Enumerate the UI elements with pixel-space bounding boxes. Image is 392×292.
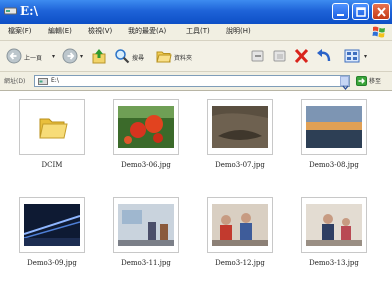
views-dropdown-icon[interactable]: ▾	[364, 53, 367, 60]
folders-icon[interactable]	[156, 48, 172, 64]
toolbar: 上一頁 ▾ ▾ 搜尋 資料夾 ▾	[0, 41, 392, 72]
menu-help[interactable]: 說明(H)	[226, 26, 251, 36]
back-dropdown-icon[interactable]: ▾	[52, 53, 55, 60]
file-name: Demo3-11.jpg	[121, 259, 171, 267]
file-list: DCIM Demo3-06.jpg Demo3-07.jpg Demo3-08.…	[0, 91, 392, 292]
search-icon[interactable]	[114, 48, 130, 64]
forward-dropdown-icon[interactable]: ▾	[80, 53, 83, 60]
file-name: DCIM	[41, 161, 63, 169]
photo-room-image	[118, 204, 174, 246]
file-thumbnail[interactable]	[207, 197, 273, 253]
menu-view[interactable]: 檢視(V)	[88, 26, 112, 36]
file-name: Demo3-07.jpg	[215, 161, 265, 169]
drive-icon	[4, 7, 17, 15]
minimize-icon	[337, 14, 344, 16]
maximize-icon	[356, 7, 366, 17]
search-button-label[interactable]: 搜尋	[132, 53, 144, 62]
forward-arrow-icon[interactable]	[62, 48, 78, 64]
menu-tools[interactable]: 工具(T)	[186, 26, 210, 36]
file-name: Demo3-08.jpg	[309, 161, 359, 169]
move-to-icon[interactable]	[250, 48, 266, 64]
undo-icon[interactable]	[316, 48, 332, 64]
window-title: E:\	[20, 4, 38, 18]
file-thumbnail[interactable]	[113, 99, 179, 155]
photo-people-image	[306, 204, 362, 246]
menu-favorites[interactable]: 我的最愛(A)	[128, 26, 166, 36]
file-thumbnail[interactable]	[301, 197, 367, 253]
back-button-label[interactable]: 上一頁	[24, 53, 42, 62]
drive-icon	[38, 78, 48, 85]
go-button-label[interactable]: 移至	[369, 76, 381, 85]
address-label: 網址(D)	[4, 78, 26, 85]
photo-people-image	[212, 204, 268, 246]
title-bar[interactable]: E:\	[0, 0, 392, 24]
file-thumbnail[interactable]	[19, 99, 85, 155]
back-arrow-icon[interactable]	[6, 48, 22, 64]
menu-bar: 檔案(F) 編輯(E) 檢視(V) 我的最愛(A) 工具(T) 說明(H)	[0, 24, 392, 41]
photo-flowers-image	[118, 106, 174, 148]
file-thumbnail[interactable]	[19, 197, 85, 253]
close-button[interactable]	[372, 3, 390, 20]
file-thumbnail[interactable]	[301, 99, 367, 155]
file-thumbnail[interactable]	[113, 197, 179, 253]
photo-night-bridge-image	[24, 204, 80, 246]
photo-sunset-image	[306, 106, 362, 148]
up-folder-icon[interactable]	[92, 48, 106, 64]
views-icon[interactable]	[344, 48, 362, 64]
maximize-button[interactable]	[352, 3, 369, 20]
close-icon	[377, 7, 386, 17]
folder-icon	[39, 118, 68, 139]
address-value: E:\	[51, 77, 59, 84]
file-name: Demo3-12.jpg	[215, 259, 265, 267]
file-name: Demo3-13.jpg	[309, 259, 359, 267]
explorer-window: E:\ 檔案(F) 編輯(E) 檢視(V) 我的最愛(A) 工具(T) 說明(H…	[0, 0, 392, 292]
minimize-button[interactable]	[332, 3, 349, 20]
address-input[interactable]: E:\	[34, 75, 350, 87]
menu-edit[interactable]: 編輯(E)	[48, 26, 72, 36]
file-name: Demo3-09.jpg	[27, 259, 77, 267]
go-arrow-icon[interactable]	[356, 76, 367, 86]
address-dropdown-button[interactable]	[340, 76, 349, 91]
photo-rock-image	[212, 106, 268, 148]
windows-logo-icon	[372, 26, 385, 38]
menu-file[interactable]: 檔案(F)	[8, 26, 32, 36]
file-name: Demo3-06.jpg	[121, 161, 171, 169]
file-thumbnail[interactable]	[207, 99, 273, 155]
delete-icon[interactable]	[294, 48, 309, 64]
copy-to-icon[interactable]	[272, 48, 288, 64]
folders-button-label[interactable]: 資料夾	[174, 53, 192, 62]
address-bar: 網址(D) E:\ 移至	[0, 72, 392, 91]
